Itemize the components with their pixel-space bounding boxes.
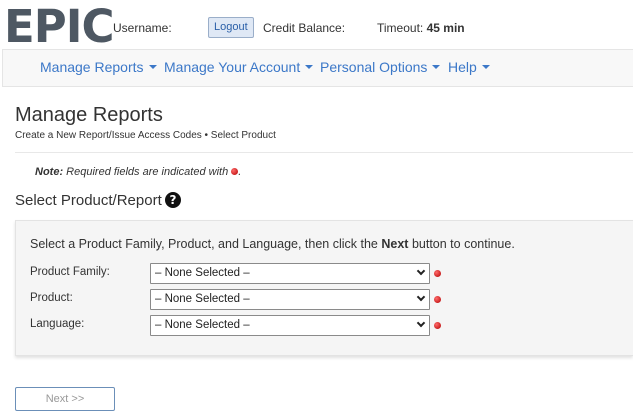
chevron-down-icon [416,318,426,328]
nav-manage-your-account[interactable]: Manage Your Account [164,59,314,75]
section-title: Select Product/Report [15,192,162,209]
timeout-indicator: Timeout: 45 min [377,21,465,35]
top-bar: EPIC Username: Logout Credit Balance: Ti… [0,0,633,52]
question-circle-icon[interactable]: ? [165,192,181,208]
note-prefix: Note: [35,166,64,178]
epic-logo: EPIC [4,0,114,53]
caret-down-icon [148,65,157,69]
username-label: Username: [113,21,172,35]
chevron-down-icon [416,292,426,302]
logout-button[interactable]: Logout [208,17,254,38]
page-title: Manage Reports [15,104,163,126]
select-product-panel: Select a Product Family, Product, and La… [15,220,633,356]
timeout-value: 45 min [426,21,465,35]
language-label: Language: [30,318,85,330]
note-suffix: . [238,166,242,178]
main-nav: Manage Reports Manage Your Account Perso… [2,49,633,87]
product-family-label: Product Family: [30,266,110,278]
required-dot-icon [434,296,441,303]
required-dot-icon [434,322,441,329]
product-select[interactable]: – None Selected – [150,289,430,310]
chevron-down-icon [416,266,426,276]
breadcrumb: Create a New Report/Issue Access Codes •… [15,130,276,141]
language-select[interactable]: – None Selected – [150,315,430,336]
required-dot-icon [434,270,441,277]
note-text: Required fields are indicated with [66,166,229,178]
caret-down-icon [481,65,490,69]
required-note: Note: Required fields are indicated with… [35,166,241,178]
caret-down-icon [432,65,441,69]
product-family-select[interactable]: – None Selected – [150,263,430,284]
timeout-label: Timeout: [377,21,424,35]
credit-balance-label: Credit Balance: [263,21,346,35]
product-label: Product: [30,292,73,304]
divider [15,152,633,153]
caret-down-icon [305,65,314,69]
form-instructions: Select a Product Family, Product, and La… [30,237,515,251]
nav-manage-reports[interactable]: Manage Reports [40,59,157,75]
nav-help[interactable]: Help [448,59,490,75]
nav-personal-options[interactable]: Personal Options [320,59,441,75]
next-button[interactable]: Next >> [15,387,115,411]
